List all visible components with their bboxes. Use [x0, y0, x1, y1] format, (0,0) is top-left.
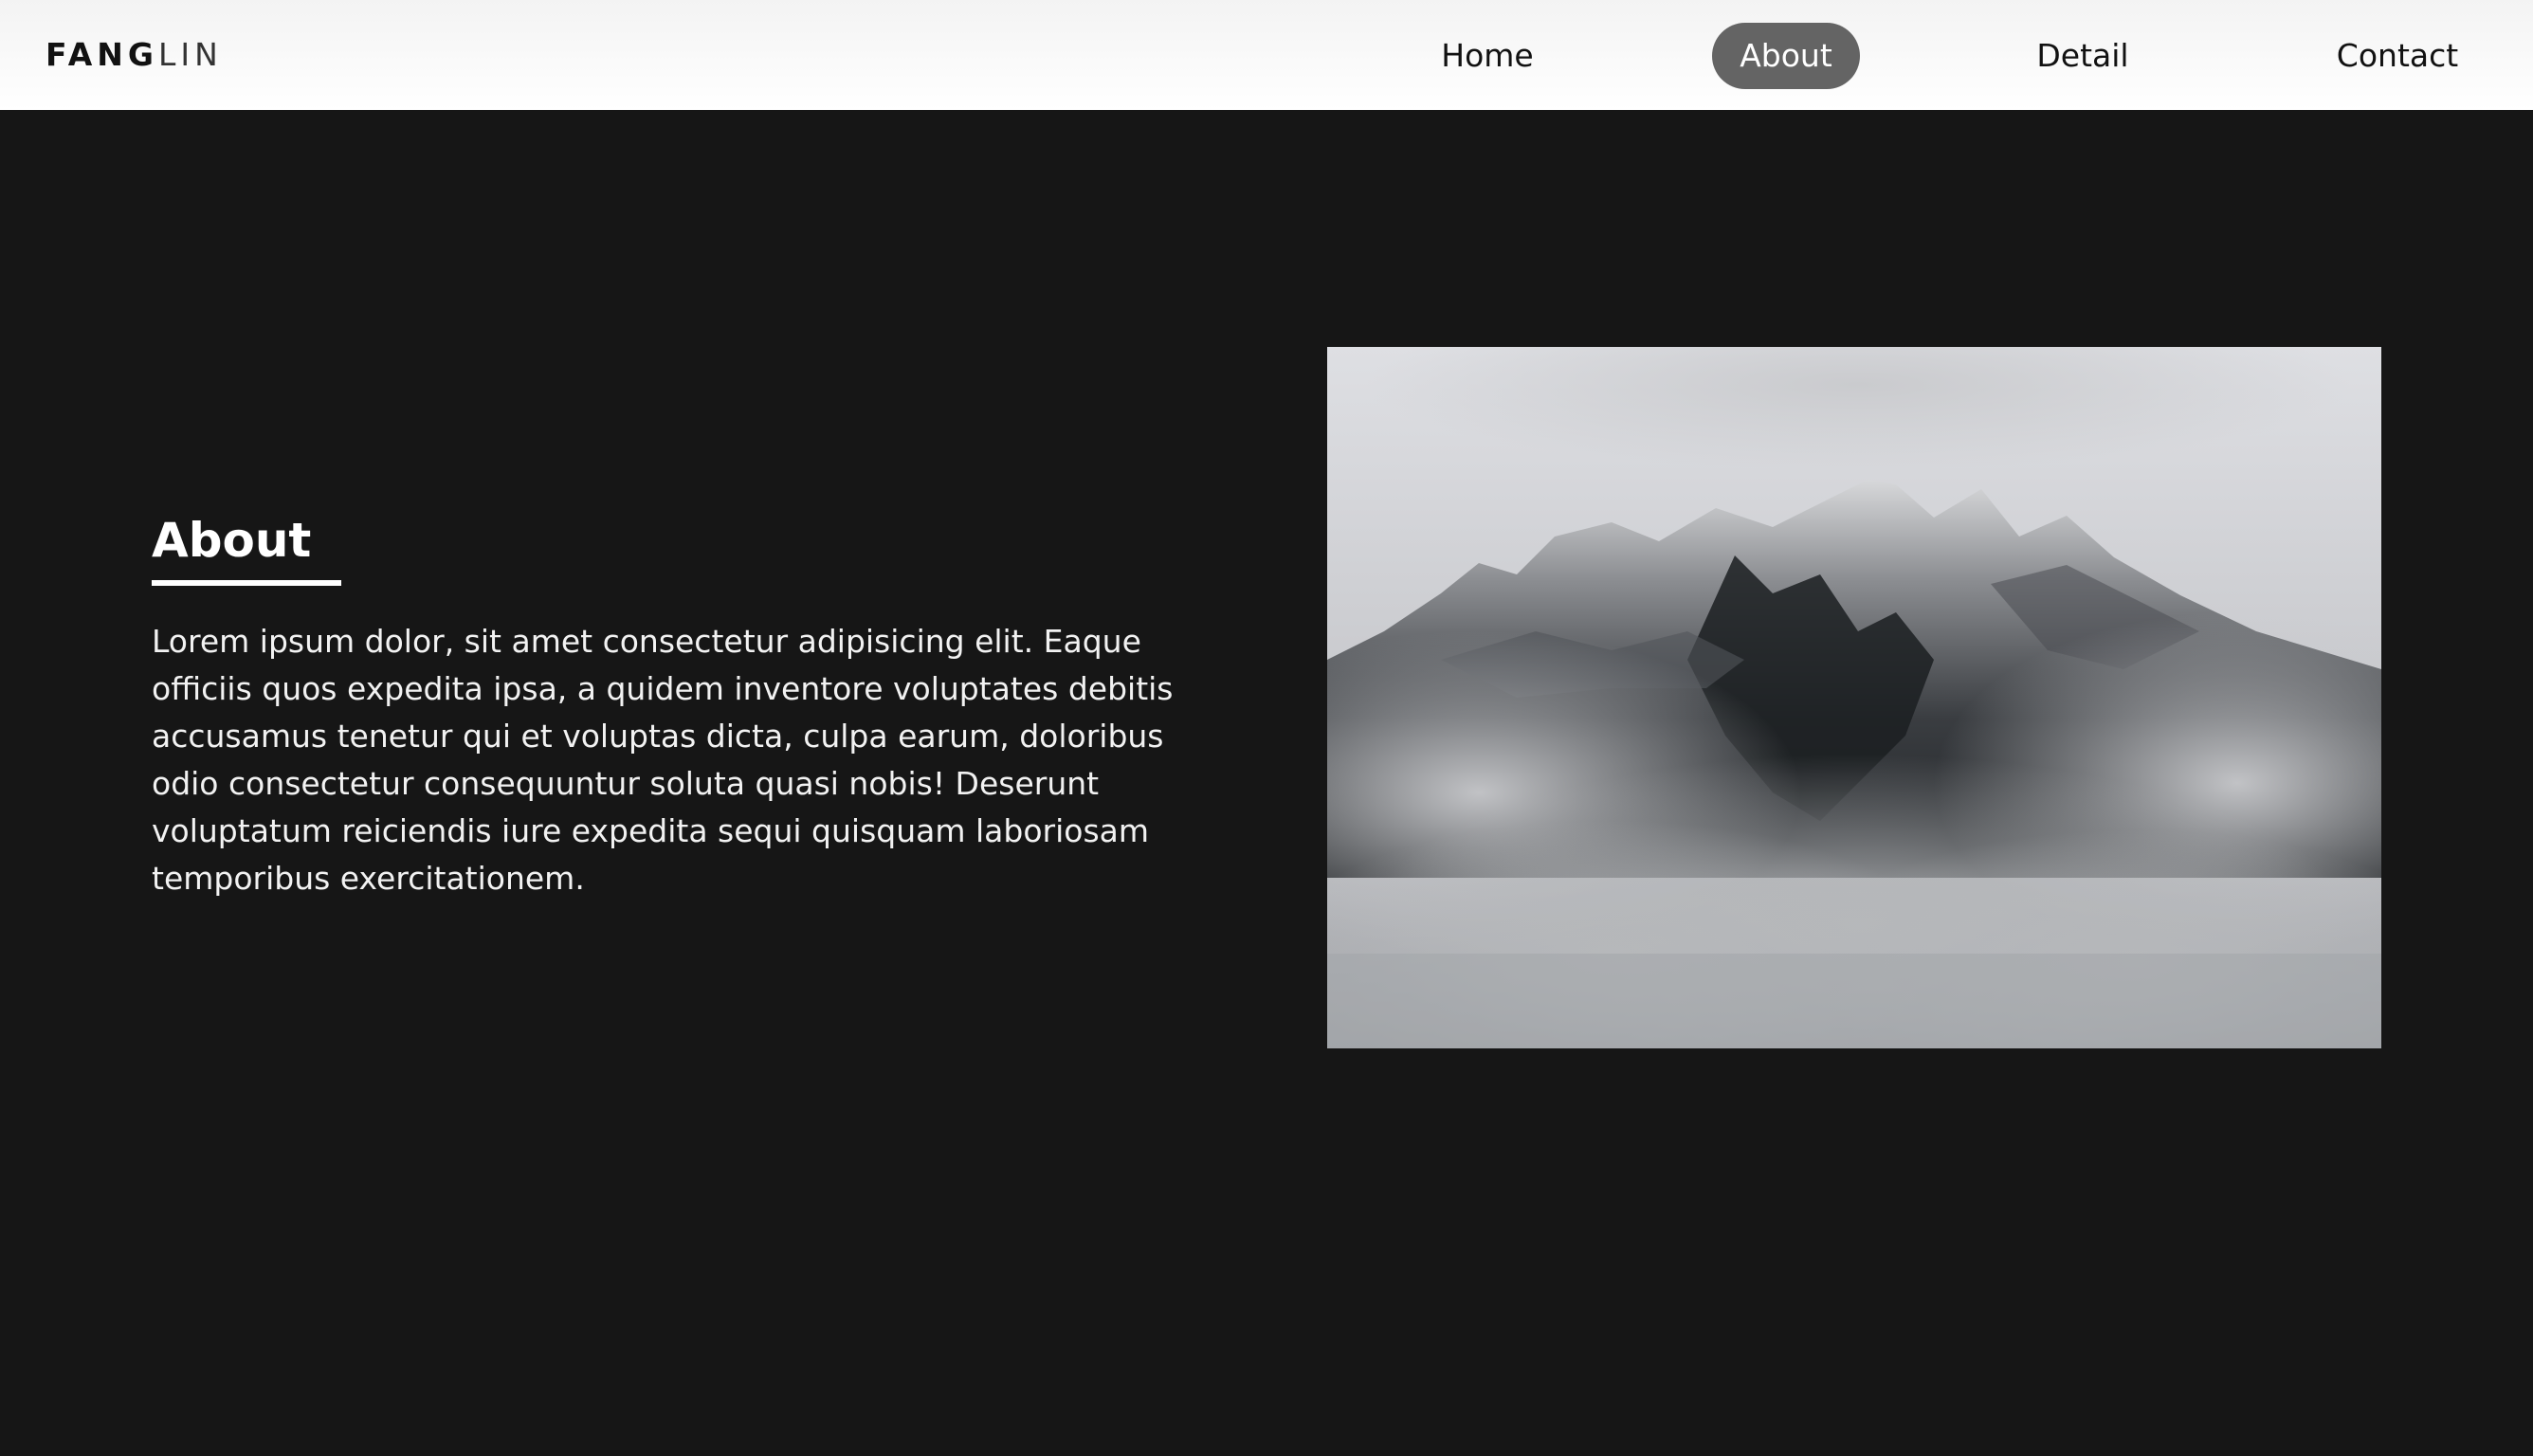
nav-link-about[interactable]: About [1712, 23, 1860, 89]
logo-text-light: LIN [158, 36, 223, 73]
about-paragraph: Lorem ipsum dolor, sit amet consectetur … [152, 623, 1174, 897]
about-heading: About [152, 513, 312, 568]
top-navbar: FANGLIN Home About Detail Contact [0, 0, 2533, 110]
logo-text-strong: FANG [46, 36, 158, 73]
site-logo[interactable]: FANGLIN [46, 36, 223, 74]
nav-link-contact[interactable]: Contact [2313, 23, 2482, 89]
nav-link-home[interactable]: Home [1422, 23, 1553, 89]
heading-underline [152, 580, 341, 586]
nav-link-detail[interactable]: Detail [2017, 23, 2148, 89]
mountain-photo [1327, 347, 2381, 1048]
